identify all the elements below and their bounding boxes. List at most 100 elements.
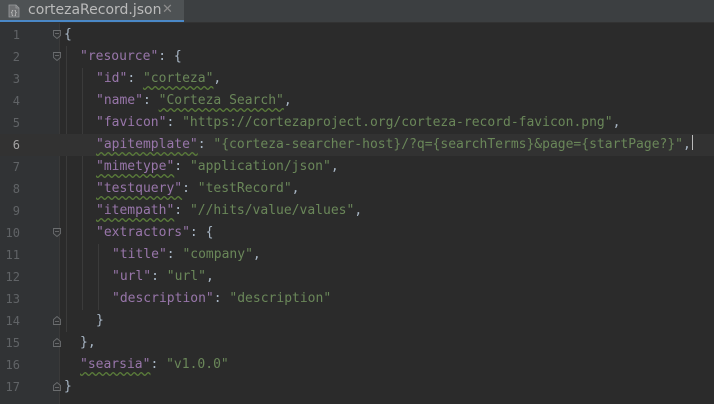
code-text: "mimetype": "application/json", — [96, 156, 339, 178]
code-line[interactable]: 14} — [0, 310, 714, 332]
code-line[interactable]: 2 "resource": { — [0, 46, 714, 68]
code-line[interactable]: 8 "testquery": "testRecord", — [0, 178, 714, 200]
json-punctuation: , — [213, 71, 222, 86]
code-line[interactable]: 10 "extractors": { — [0, 222, 714, 244]
json-string: "v1.0.0" — [166, 357, 229, 372]
json-punctuation: } — [96, 313, 104, 328]
code-line[interactable]: 16 "searsia": "v1.0.0" — [0, 354, 714, 376]
json-string: "application/json" — [189, 159, 331, 174]
json-key: "mimetype" — [96, 159, 175, 174]
json-punctuation: , — [683, 137, 691, 152]
code-line[interactable]: 15}, — [0, 332, 714, 354]
code-line[interactable]: 9 "itempath": "//hits/value/values", — [0, 200, 714, 222]
fold-open-icon[interactable] — [53, 30, 61, 39]
json-punctuation: , — [252, 247, 261, 262]
json-file-icon: {} — [8, 4, 20, 18]
code-editor[interactable]: 1{2 "resource": {3 "id": "corteza", 4 "name"… — [0, 23, 714, 404]
json-key: "testquery" — [96, 181, 183, 196]
json-punctuation: : { — [189, 225, 214, 240]
json-key: "itempath" — [96, 203, 175, 218]
code-text: "favicon": "https://cortezaproject.org/c… — [96, 112, 620, 134]
json-punctuation: } — [64, 379, 72, 394]
svg-text:{}: {} — [10, 10, 17, 17]
line-number: 10 — [5, 226, 20, 240]
json-punctuation: : — [174, 159, 190, 174]
fold-open-icon[interactable] — [53, 228, 61, 237]
fold-close-icon[interactable] — [53, 382, 61, 391]
json-punctuation: : — [197, 137, 214, 152]
json-string: "testRecord" — [197, 181, 292, 196]
json-punctuation: : — [182, 181, 198, 196]
json-punctuation: , — [612, 115, 621, 130]
json-punctuation: : — [142, 93, 159, 108]
code-text: "resource": { — [80, 46, 182, 68]
line-number: 3 — [12, 72, 20, 86]
json-key: "apitemplate" — [96, 137, 198, 152]
tab-label: cortezaRecord.json — [28, 2, 162, 18]
code-text: "name": "Corteza Search", — [96, 90, 292, 112]
json-punctuation: , — [354, 203, 363, 218]
json-punctuation: }, — [80, 335, 96, 350]
json-punctuation: , — [283, 93, 292, 108]
code-line[interactable]: 13 "description": "description" — [0, 288, 714, 310]
json-punctuation: , — [205, 269, 214, 284]
code-text: "extractors": { — [96, 222, 213, 244]
json-key: "title" — [112, 247, 167, 262]
code-text: "url": "url", — [112, 266, 214, 288]
code-line[interactable]: 5 "favicon": "https://cortezaproject.org/… — [0, 112, 714, 134]
json-punctuation: : { — [158, 49, 182, 64]
json-punctuation: , — [291, 181, 300, 196]
line-number: 8 — [12, 182, 20, 196]
json-key: "resource" — [80, 49, 159, 64]
line-number: 2 — [12, 50, 20, 64]
json-punctuation: : — [166, 115, 183, 130]
line-number: 9 — [12, 204, 20, 218]
code-text: "title": "company", — [112, 244, 261, 266]
code-line[interactable]: 4 "name": "Corteza Search", — [0, 90, 714, 112]
json-string: "company" — [182, 247, 253, 262]
code-line[interactable]: 6 "apitemplate": "{corteza-searcher-host}… — [0, 134, 714, 156]
code-text: "description": "description" — [112, 288, 331, 310]
json-string: "{corteza-searcher-host}/?q={searchTerms… — [213, 137, 684, 152]
json-punctuation: : — [151, 269, 167, 284]
code-text: "itempath": "//hits/value/values", — [96, 200, 362, 222]
json-string: "url" — [166, 269, 206, 284]
line-number: 5 — [12, 116, 20, 130]
json-punctuation: : — [174, 203, 190, 218]
json-punctuation: : — [166, 247, 183, 262]
line-number: 1 — [12, 28, 20, 42]
line-number: 14 — [5, 314, 20, 328]
json-string: "description" — [229, 291, 332, 306]
code-text: "searsia": "v1.0.0" — [80, 354, 229, 376]
line-number: 13 — [5, 292, 20, 306]
json-string: "Corteza Search" — [158, 93, 284, 108]
json-key: "url" — [112, 269, 152, 284]
code-line[interactable]: 12 "url": "url", — [0, 266, 714, 288]
code-line[interactable]: 3 "id": "corteza", — [0, 68, 714, 90]
json-punctuation: , — [330, 159, 339, 174]
code-text: "apitemplate": "{corteza-searcher-host}/… — [96, 134, 693, 156]
tab-corteza-record-json[interactable]: {} cortezaRecord.json ✕ — [0, 0, 184, 22]
close-icon[interactable]: ✕ — [162, 2, 173, 17]
code-line[interactable]: 11 "title": "company", — [0, 244, 714, 266]
fold-close-icon[interactable] — [53, 316, 61, 325]
code-line[interactable]: 1{ — [0, 24, 714, 46]
code-line[interactable]: 7 "mimetype": "application/json", — [0, 156, 714, 178]
line-number: 12 — [5, 270, 20, 284]
fold-close-icon[interactable] — [53, 338, 61, 347]
json-key: "searsia" — [80, 357, 151, 372]
fold-open-icon[interactable] — [53, 52, 61, 61]
code-text: }, — [80, 332, 96, 354]
json-key: "favicon" — [96, 115, 167, 130]
code-text: } — [64, 376, 72, 398]
code-text: { — [64, 24, 72, 46]
code-text: "id": "corteza", — [96, 68, 221, 90]
json-string: "corteza" — [142, 71, 214, 86]
line-number: 15 — [5, 336, 20, 350]
code-line[interactable]: 17} — [0, 376, 714, 398]
json-punctuation: : — [150, 357, 167, 372]
json-key: "name" — [96, 93, 143, 108]
line-number: 17 — [5, 380, 20, 394]
code-text: "testquery": "testRecord", — [96, 178, 300, 200]
code-text: } — [96, 310, 104, 332]
